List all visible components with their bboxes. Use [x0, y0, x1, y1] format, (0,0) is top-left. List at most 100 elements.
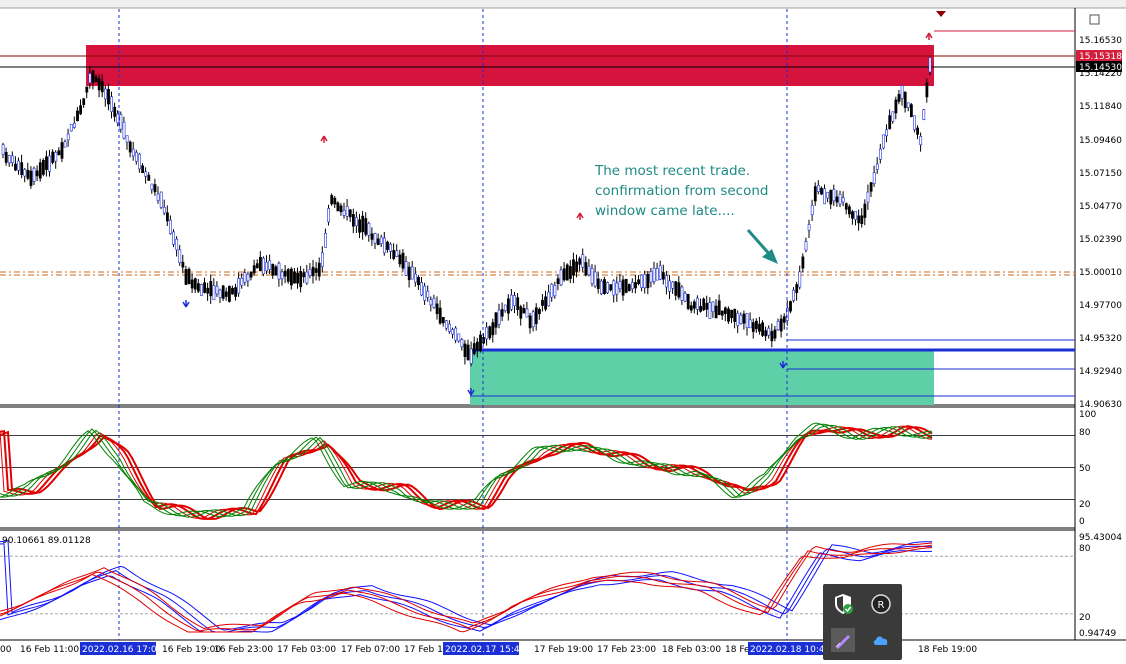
- candle-body: [891, 111, 895, 122]
- candle-body: [627, 284, 631, 291]
- candle-body: [26, 169, 30, 179]
- price-tick: 14.92940: [1079, 367, 1122, 377]
- candle-body: [218, 289, 222, 298]
- candle-body: [699, 306, 703, 312]
- candle-body: [801, 256, 805, 269]
- price-label: 15.14530: [1079, 63, 1122, 73]
- app-icon-r[interactable]: R: [869, 592, 893, 616]
- candle-body: [82, 98, 86, 105]
- candle-body: [739, 314, 743, 324]
- cloud-icon[interactable]: [869, 628, 893, 652]
- candle-body: [776, 321, 780, 330]
- candle-body: [723, 307, 727, 314]
- candle-body: [590, 268, 594, 284]
- candle-body: [231, 287, 234, 295]
- candle-body: [159, 191, 163, 208]
- candle-body: [587, 265, 591, 276]
- candle-body: [888, 115, 892, 130]
- candle-body: [630, 282, 634, 290]
- up-arrow: [320, 135, 328, 143]
- candle-body: [882, 134, 885, 149]
- candle-body: [634, 282, 637, 289]
- candle-body: [885, 129, 889, 137]
- candle-body: [646, 273, 650, 289]
- candle-body: [500, 309, 504, 317]
- candle-body: [919, 136, 923, 145]
- candle-body: [389, 243, 393, 252]
- candle-body: [640, 274, 644, 288]
- candle-body: [857, 215, 861, 224]
- candle-body: [596, 278, 600, 290]
- candle-body: [469, 348, 473, 364]
- candle-body: [138, 153, 141, 170]
- candle-body: [200, 284, 203, 296]
- candle-body: [674, 281, 678, 296]
- time-label: 17 Feb 23:00: [597, 645, 656, 655]
- candle-body: [187, 268, 191, 285]
- candle-body: [308, 269, 312, 276]
- candle-body: [444, 320, 448, 329]
- candle-body: [903, 91, 907, 108]
- candle-body: [717, 300, 721, 316]
- candle-body: [798, 271, 802, 288]
- candle-body: [624, 278, 628, 293]
- stoch-tick: 80: [1079, 428, 1091, 438]
- stoch-tick: 50: [1079, 464, 1091, 474]
- annotation-line-3: window came late....: [595, 203, 735, 219]
- candle-body: [289, 268, 293, 286]
- candle-body: [317, 262, 321, 277]
- candle-body: [85, 86, 89, 93]
- oscillator-panel: 90.10661 89.01128: [0, 536, 1075, 633]
- candle-body: [618, 281, 622, 289]
- chart-shift-marker[interactable]: [936, 11, 946, 17]
- candle-body: [11, 155, 14, 163]
- candle-body: [172, 231, 176, 245]
- candle-body: [565, 264, 569, 281]
- candle-body: [466, 344, 470, 361]
- candle-body: [705, 302, 709, 310]
- candle-body: [544, 296, 548, 310]
- candle-body: [330, 195, 334, 205]
- candle-body: [878, 148, 882, 160]
- candle-body: [144, 171, 148, 177]
- trading-chart[interactable]: 90.10661 89.01128 15.1653015.1422015.118…: [0, 0, 1126, 664]
- candle-body: [41, 160, 45, 175]
- pen-icon[interactable]: [831, 628, 855, 652]
- candle-body: [379, 236, 383, 244]
- candle-body: [228, 285, 231, 302]
- candle-body: [537, 309, 541, 315]
- price-tick: 15.11840: [1079, 102, 1122, 112]
- candle-body: [531, 311, 535, 328]
- candle-body: [900, 85, 904, 99]
- candle-body: [426, 290, 430, 298]
- price-tick: 15.16530: [1079, 36, 1122, 46]
- candle-body: [680, 286, 684, 301]
- up-arrow: [925, 32, 933, 40]
- candle-body: [314, 268, 318, 273]
- candle-body: [237, 278, 241, 294]
- candle-body: [336, 202, 340, 212]
- candle-body: [76, 110, 79, 122]
- candle-body: [745, 313, 749, 328]
- candle-body: [184, 269, 188, 285]
- candle-body: [643, 274, 647, 289]
- up-arrow: [576, 212, 584, 220]
- candle-body: [258, 256, 262, 271]
- candle-body: [175, 238, 179, 251]
- candle-body: [575, 261, 579, 272]
- candle-body: [181, 261, 185, 268]
- candle-body: [550, 283, 554, 298]
- candle-body: [609, 284, 613, 291]
- candle-body: [355, 217, 358, 227]
- candle-body: [637, 279, 641, 285]
- window-restore-icon[interactable]: [1089, 14, 1100, 25]
- osc-line: [0, 543, 933, 633]
- candle-body: [265, 261, 269, 272]
- osc-line: [0, 550, 932, 633]
- candle-body: [578, 258, 582, 265]
- candle-body: [658, 265, 662, 280]
- windows-security-icon[interactable]: [831, 592, 855, 616]
- candle-body: [1, 144, 5, 155]
- candle-body: [119, 114, 123, 130]
- candle-body: [789, 301, 792, 312]
